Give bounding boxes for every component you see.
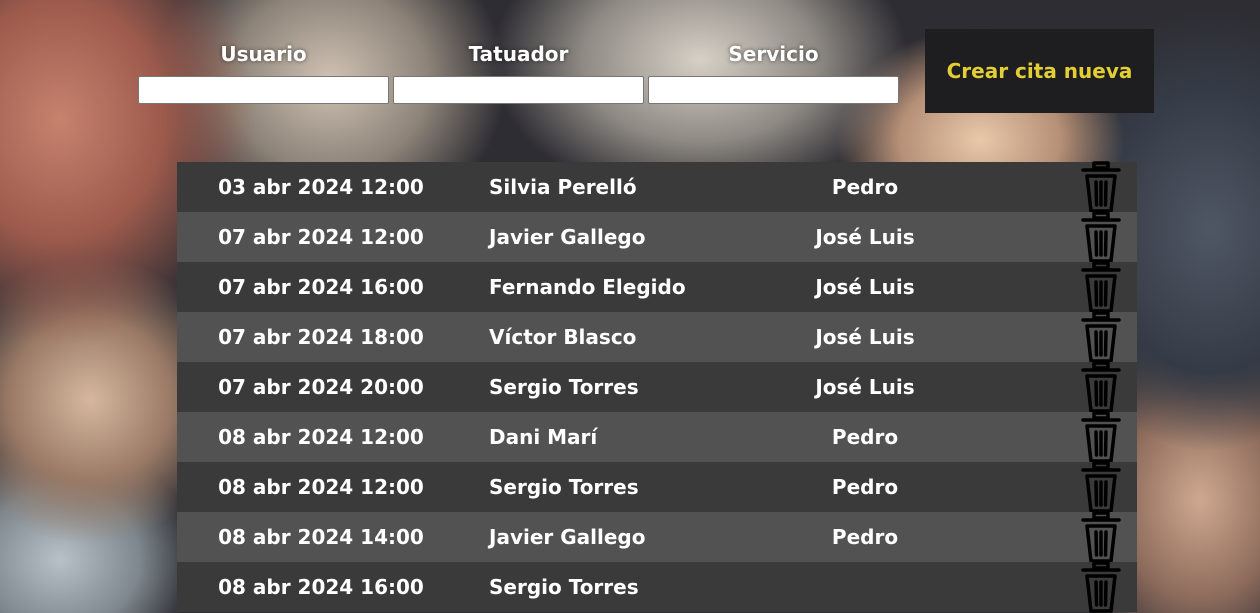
appointment-client: Silvia Perelló (489, 175, 637, 199)
trash-icon[interactable] (1079, 460, 1123, 514)
appointment-date: 08 abr 2024 12:00 (218, 425, 424, 449)
appointment-artist: Pedro (831, 475, 899, 499)
trash-icon[interactable] (1079, 260, 1123, 314)
appointment-client: Fernando Elegido (489, 275, 686, 299)
appointment-artist: Pedro (831, 425, 899, 449)
appointment-client: Víctor Blasco (489, 325, 637, 349)
user-filter-label: Usuario (220, 42, 307, 66)
appointment-client: Sergio Torres (489, 475, 639, 499)
filter-bar: Usuario Tatuador Servicio (136, 40, 901, 104)
appointment-client: Sergio Torres (489, 575, 639, 599)
service-filter: Servicio (646, 40, 901, 104)
appointment-row: 08 abr 2024 14:00 Javier Gallego Pedro (177, 510, 1137, 564)
appointment-date: 03 abr 2024 12:00 (218, 175, 424, 199)
appointment-artist: Pedro (831, 525, 899, 549)
trash-icon[interactable] (1079, 510, 1123, 564)
service-filter-label: Servicio (728, 42, 819, 66)
artist-filter-input[interactable] (393, 76, 644, 104)
trash-icon[interactable] (1079, 160, 1123, 214)
appointment-artist: José Luis (815, 275, 915, 299)
trash-icon[interactable] (1079, 360, 1123, 414)
appointment-row: 07 abr 2024 16:00 Fernando Elegido José … (177, 260, 1137, 314)
trash-icon[interactable] (1079, 410, 1123, 464)
service-filter-input[interactable] (648, 76, 899, 104)
appointment-row: 07 abr 2024 18:00 Víctor Blasco José Lui… (177, 310, 1137, 364)
artist-filter-label: Tatuador (468, 42, 569, 66)
appointment-client: Sergio Torres (489, 375, 639, 399)
appointment-date: 07 abr 2024 12:00 (218, 225, 424, 249)
appointment-date: 07 abr 2024 18:00 (218, 325, 424, 349)
appointment-date: 08 abr 2024 16:00 (218, 575, 424, 599)
user-filter: Usuario (136, 40, 391, 104)
appointment-artist: José Luis (815, 225, 915, 249)
appointment-artist: José Luis (815, 375, 915, 399)
appointments-list: 03 abr 2024 12:00 Silvia Perelló Pedro 0… (177, 160, 1137, 613)
appointment-date: 08 abr 2024 14:00 (218, 525, 424, 549)
appointment-client: Javier Gallego (489, 525, 646, 549)
create-appointment-button[interactable]: Crear cita nueva (925, 29, 1154, 113)
trash-icon[interactable] (1079, 560, 1123, 613)
appointment-artist: Pedro (831, 175, 899, 199)
appointment-date: 07 abr 2024 16:00 (218, 275, 424, 299)
appointment-row: 07 abr 2024 12:00 Javier Gallego José Lu… (177, 210, 1137, 264)
user-filter-input[interactable] (138, 76, 389, 104)
appointment-date: 08 abr 2024 12:00 (218, 475, 424, 499)
appointment-client: Dani Marí (489, 425, 598, 449)
appointment-row: 08 abr 2024 12:00 Sergio Torres Pedro (177, 460, 1137, 514)
appointment-row: 08 abr 2024 16:00 Sergio Torres (177, 560, 1137, 613)
appointment-client: Javier Gallego (489, 225, 646, 249)
appointment-date: 07 abr 2024 20:00 (218, 375, 424, 399)
trash-icon[interactable] (1079, 210, 1123, 264)
appointment-artist: José Luis (815, 325, 915, 349)
trash-icon[interactable] (1079, 310, 1123, 364)
appointment-row: 08 abr 2024 12:00 Dani Marí Pedro (177, 410, 1137, 464)
appointment-row: 07 abr 2024 20:00 Sergio Torres José Lui… (177, 360, 1137, 414)
artist-filter: Tatuador (391, 40, 646, 104)
appointment-row: 03 abr 2024 12:00 Silvia Perelló Pedro (177, 160, 1137, 214)
